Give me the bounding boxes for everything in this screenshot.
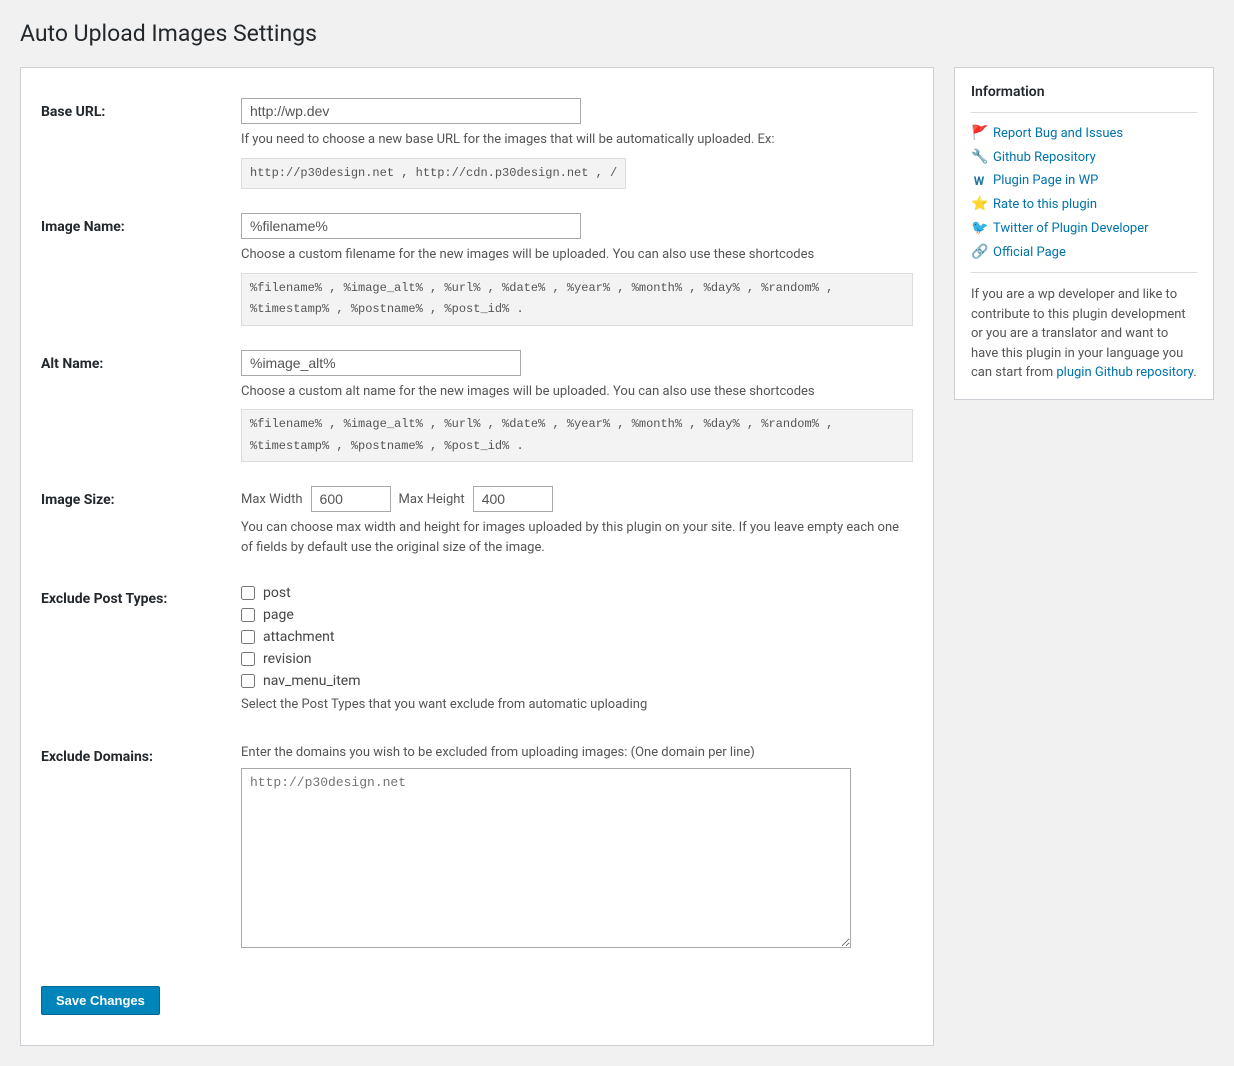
image-name-row: Image Name: Choose a custom filename for… <box>41 213 913 326</box>
alt-name-desc: Choose a custom alt name for the new ima… <box>241 382 913 402</box>
size-inputs-row: Max Width Max Height <box>241 486 913 512</box>
base-url-row: Base URL: If you need to choose a new ba… <box>41 98 913 189</box>
max-width-label: Max Width <box>241 492 303 507</box>
image-size-row: Image Size: Max Width Max Height You can… <box>41 486 913 561</box>
sidebar-link-github: 🔧 Github Repository <box>971 149 1197 165</box>
link-icon: 🔗 <box>971 244 987 260</box>
twitter-icon: 🐦 <box>971 220 987 236</box>
image-name-label: Image Name: <box>41 213 241 235</box>
sidebar: Information 🚩 Report Bug and Issues 🔧 Gi… <box>954 67 1214 400</box>
alt-name-input[interactable] <box>241 350 521 376</box>
checkbox-page: page <box>241 607 913 623</box>
image-size-label: Image Size: <box>41 486 241 508</box>
image-name-desc: Choose a custom filename for the new ima… <box>241 245 913 265</box>
sidebar-link-report-bug: 🚩 Report Bug and Issues <box>971 125 1197 141</box>
checkbox-revision-label: revision <box>263 651 311 667</box>
image-name-shortcodes: %filename% , %image_alt% , %url% , %date… <box>241 273 913 326</box>
rate-link[interactable]: Rate to this plugin <box>993 197 1097 212</box>
image-name-field: Choose a custom filename for the new ima… <box>241 213 913 326</box>
checkbox-attachment-input[interactable] <box>241 630 255 644</box>
base-url-example: http://p30design.net , http://cdn.p30des… <box>241 158 626 190</box>
github-link[interactable]: Github Repository <box>993 150 1096 165</box>
max-width-input[interactable] <box>311 486 391 512</box>
alt-name-label: Alt Name: <box>41 350 241 372</box>
checkbox-post-label: post <box>263 585 291 601</box>
official-page-link[interactable]: Official Page <box>993 245 1066 260</box>
checkbox-nav-menu-item-label: nav_menu_item <box>263 673 361 689</box>
exclude-domains-desc: Enter the domains you wish to be exclude… <box>241 743 913 763</box>
alt-name-shortcodes: %filename% , %image_alt% , %url% , %date… <box>241 409 913 462</box>
flag-icon: 🚩 <box>971 125 987 141</box>
image-size-desc: You can choose max width and height for … <box>241 518 913 557</box>
checkbox-page-label: page <box>263 607 294 623</box>
star-icon: ⭐ <box>971 196 987 212</box>
sidebar-link-official: 🔗 Official Page <box>971 244 1197 260</box>
page-title: Auto Upload Images Settings <box>20 20 1214 47</box>
sidebar-divider-bottom <box>971 272 1197 273</box>
save-button[interactable]: Save Changes <box>41 986 160 1015</box>
exclude-domains-row: Exclude Domains: Enter the domains you w… <box>41 743 913 953</box>
checkbox-attachment: attachment <box>241 629 913 645</box>
checkbox-revision-input[interactable] <box>241 652 255 666</box>
base-url-label: Base URL: <box>41 98 241 120</box>
sidebar-divider-top <box>971 112 1197 113</box>
checkbox-page-input[interactable] <box>241 608 255 622</box>
exclude-domains-textarea[interactable] <box>241 768 851 948</box>
exclude-post-types-row: Exclude Post Types: post page attachment… <box>41 585 913 719</box>
wordpress-icon: W <box>971 174 987 188</box>
exclude-domains-field: Enter the domains you wish to be exclude… <box>241 743 913 953</box>
image-size-field: Max Width Max Height You can choose max … <box>241 486 913 561</box>
sidebar-info-text: If you are a wp developer and like to co… <box>971 285 1197 383</box>
checkbox-attachment-label: attachment <box>263 629 334 645</box>
exclude-post-types-label: Exclude Post Types: <box>41 585 241 607</box>
sidebar-link-rate: ⭐ Rate to this plugin <box>971 196 1197 212</box>
checkbox-revision: revision <box>241 651 913 667</box>
exclude-domains-label: Exclude Domains: <box>41 743 241 765</box>
base-url-input[interactable] <box>241 98 581 124</box>
image-name-input[interactable] <box>241 213 581 239</box>
main-layout: Base URL: If you need to choose a new ba… <box>20 67 1214 1046</box>
sidebar-link-plugin-page: W Plugin Page in WP <box>971 173 1197 188</box>
wrench-icon: 🔧 <box>971 149 987 165</box>
main-panel: Base URL: If you need to choose a new ba… <box>20 67 934 1046</box>
sidebar-link-twitter: 🐦 Twitter of Plugin Developer <box>971 220 1197 236</box>
checkbox-post: post <box>241 585 913 601</box>
plugin-github-repo-link[interactable]: plugin Github repository <box>1056 365 1193 380</box>
max-height-label: Max Height <box>399 492 465 507</box>
checkbox-nav-menu-item-input[interactable] <box>241 674 255 688</box>
twitter-link[interactable]: Twitter of Plugin Developer <box>993 221 1149 236</box>
plugin-page-link[interactable]: Plugin Page in WP <box>993 173 1098 188</box>
checkbox-post-input[interactable] <box>241 586 255 600</box>
exclude-post-types-desc: Select the Post Types that you want excl… <box>241 695 913 715</box>
alt-name-field: Choose a custom alt name for the new ima… <box>241 350 913 463</box>
base-url-desc: If you need to choose a new base URL for… <box>241 130 913 150</box>
sidebar-info-text-2: . <box>1193 365 1196 380</box>
report-bug-link[interactable]: Report Bug and Issues <box>993 126 1123 141</box>
exclude-post-types-field: post page attachment revision nav_menu_i… <box>241 585 913 719</box>
sidebar-heading: Information <box>971 84 1197 100</box>
alt-name-row: Alt Name: Choose a custom alt name for t… <box>41 350 913 463</box>
max-height-input[interactable] <box>473 486 553 512</box>
base-url-field: If you need to choose a new base URL for… <box>241 98 913 189</box>
checkbox-nav-menu-item: nav_menu_item <box>241 673 913 689</box>
